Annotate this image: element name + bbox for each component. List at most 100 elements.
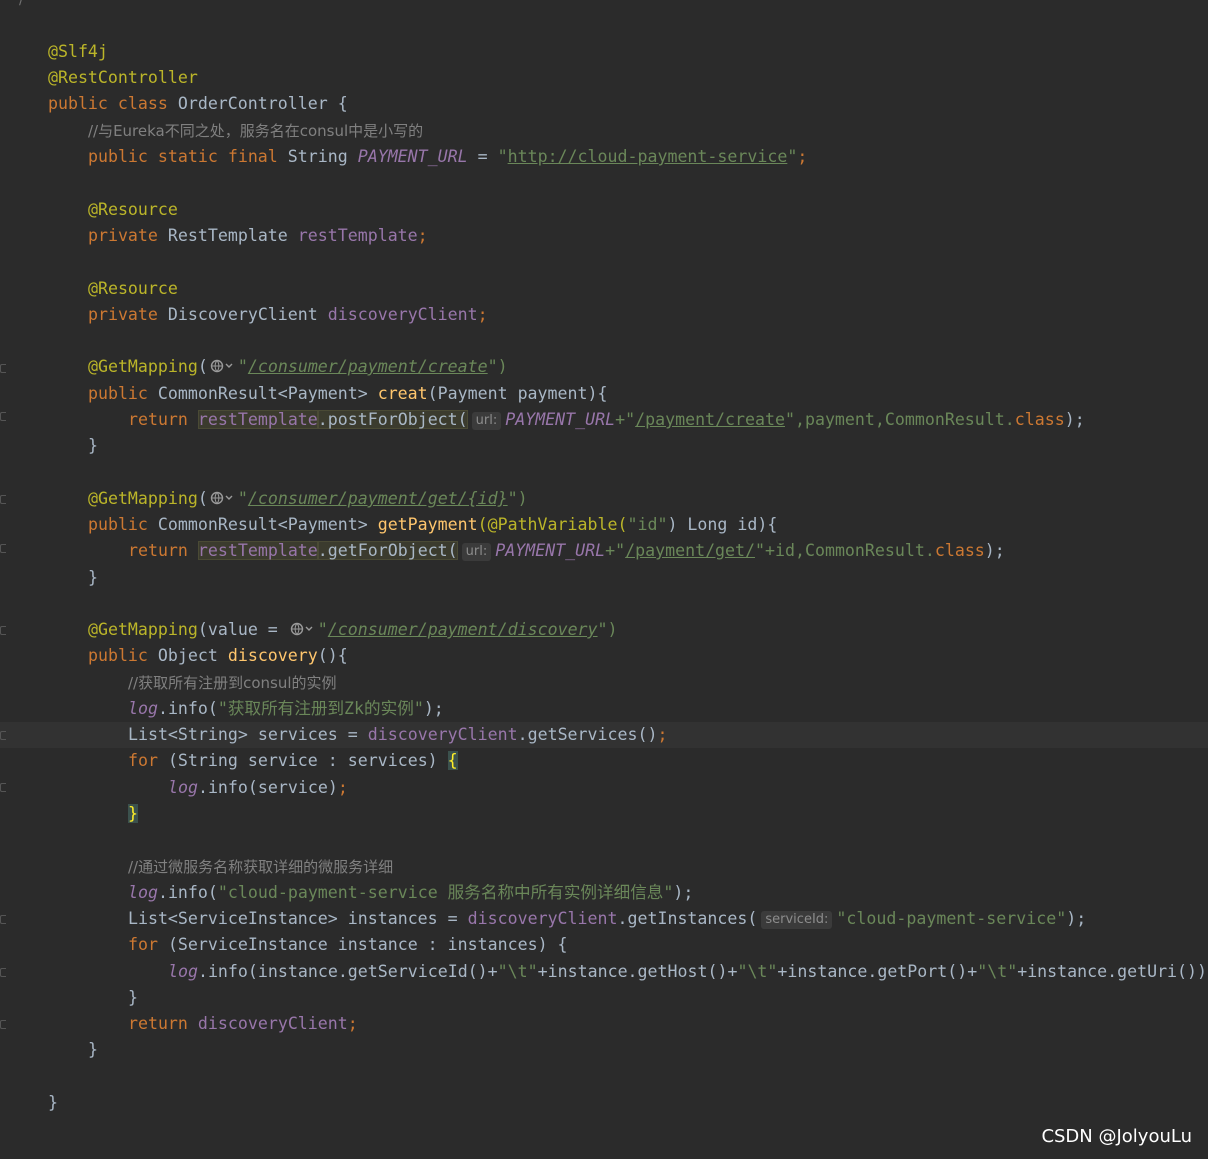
semicolon: ; <box>347 1014 358 1033</box>
code-line[interactable]: @GetMapping(value = "/consumer/payment/d… <box>48 591 618 639</box>
matched-brace: } <box>127 804 138 823</box>
log-field: log <box>167 962 198 981</box>
param-hint: url: <box>471 412 502 430</box>
method-call: .info(instance.getServiceId()+ <box>197 962 498 981</box>
keyword: public static final <box>87 147 288 166</box>
fold-icon[interactable] <box>0 783 6 792</box>
method-call: .getForObject( <box>317 541 458 560</box>
constant-name: PAYMENT_URL <box>357 147 468 166</box>
field-name: discoveryClient <box>327 305 478 324</box>
code-line[interactable]: } <box>88 959 138 1007</box>
fold-icon[interactable] <box>0 968 6 977</box>
close-brace: } <box>87 436 98 455</box>
code-line[interactable]: } <box>48 539 98 587</box>
code-editor[interactable]: */ @Slf4j @RestController public class O… <box>0 0 1208 1159</box>
param-hint: serviceId: <box>761 911 833 929</box>
string-literal: "cloud-payment-service" <box>836 909 1067 928</box>
code-line[interactable]: List<String> services = discoveryClient.… <box>88 696 668 744</box>
code-line[interactable]: } <box>88 775 138 823</box>
close-stmt: ); <box>1066 909 1087 928</box>
code-line[interactable]: } <box>8 1064 58 1112</box>
field-name: restTemplate <box>297 226 418 245</box>
method-call: +instance.getPort()+ <box>777 962 978 981</box>
code-line[interactable]: log.info(instance.getServiceId()+"\t"+in… <box>128 933 1208 981</box>
constant-name: PAYMENT_URL <box>505 410 616 429</box>
code-line[interactable]: return discoveryClient; <box>88 985 358 1033</box>
quote-paren: ") <box>597 620 618 639</box>
escape-string: "\t" <box>737 962 778 981</box>
args: ",payment,CommonResult. <box>784 410 1015 429</box>
keyword: private <box>87 226 168 245</box>
code-line[interactable]: log.info("cloud-payment-service 服务名称中所有实… <box>88 854 693 902</box>
keyword: private <box>87 305 168 324</box>
code-line[interactable]: log.info("获取所有注册到Zk的实例"); <box>88 670 444 718</box>
plus-quote: +" <box>605 541 626 560</box>
quote: " <box>497 147 508 166</box>
url-link[interactable]: /payment/get/ <box>625 541 755 560</box>
code-line[interactable]: public class OrderController { <box>8 65 348 113</box>
operator: = <box>467 147 498 166</box>
args: "+id,CommonResult. <box>755 541 935 560</box>
method-call: +instance.getHost()+ <box>537 962 738 981</box>
fold-icon[interactable] <box>0 731 6 740</box>
code-line[interactable]: log.info(service); <box>128 749 348 797</box>
keyword: return <box>127 1014 198 1033</box>
code-line[interactable]: private DiscoveryClient discoveryClient; <box>48 276 488 324</box>
fold-icon[interactable] <box>0 915 6 924</box>
fold-icon[interactable] <box>0 1020 6 1029</box>
url-link[interactable]: http://cloud-payment-service <box>508 147 788 166</box>
method-call: .postForObject( <box>317 410 468 429</box>
close-brace: } <box>87 1040 98 1059</box>
type: DiscoveryClient <box>167 305 328 324</box>
code-line[interactable]: } <box>48 1011 98 1059</box>
code-line[interactable]: //与Eureka不同之处，服务名在consul中是小写的 <box>48 92 423 140</box>
fold-icon[interactable] <box>0 544 6 553</box>
code-line[interactable]: @RestController <box>8 39 198 87</box>
code-line-current[interactable]: for (String service : services) { <box>88 722 458 770</box>
code-line[interactable]: private RestTemplate restTemplate; <box>48 197 428 245</box>
code-line[interactable]: @Slf4j <box>8 13 108 61</box>
keyword: return <box>127 541 198 560</box>
code-line[interactable]: public static final String PAYMENT_URL =… <box>48 118 807 166</box>
field-name: restTemplate <box>197 541 318 560</box>
field-name: discoveryClient <box>197 1014 348 1033</box>
code-line[interactable]: public CommonResult<Payment> creat(Payme… <box>48 355 608 403</box>
fold-icon[interactable] <box>0 626 6 635</box>
watermark: CSDN @JolyouLu <box>1041 1126 1192 1147</box>
close-stmt: ); <box>984 541 1005 560</box>
semicolon: ; <box>477 305 488 324</box>
url-link[interactable]: /payment/create <box>635 410 785 429</box>
code-line[interactable]: return restTemplate.postForObject(url: PA… <box>88 381 1085 430</box>
log-field: log <box>167 778 198 797</box>
method-call: .getInstances( <box>617 909 758 928</box>
close-stmt: ); <box>1064 410 1085 429</box>
field-name: restTemplate <box>197 410 318 429</box>
param-hint: url: <box>461 543 492 561</box>
code-line[interactable]: for (ServiceInstance instance : instance… <box>88 906 568 954</box>
escape-string: "\t" <box>977 962 1018 981</box>
code-line[interactable]: public Object discovery(){ <box>48 617 348 665</box>
code-line[interactable]: return restTemplate.getForObject(url: PAY… <box>88 512 1005 561</box>
fold-icon[interactable] <box>0 412 6 421</box>
code-line[interactable]: @Resource <box>48 250 178 298</box>
code-line[interactable]: List<ServiceInstance> instances = discov… <box>88 880 1086 929</box>
code-line[interactable]: @GetMapping("/consumer/payment/get/{id}"… <box>48 460 528 508</box>
code-line[interactable]: } <box>48 407 98 455</box>
code-line[interactable]: public CommonResult<Payment> getPayment(… <box>48 486 777 534</box>
fold-icon[interactable] <box>0 364 6 373</box>
matched-brace: { <box>447 751 458 770</box>
semicolon: ; <box>417 226 428 245</box>
code-line[interactable]: //获取所有注册到consul的实例 <box>88 644 337 692</box>
url-link[interactable]: /consumer/payment/discovery <box>328 620 598 639</box>
close-brace: } <box>47 1093 58 1112</box>
code-line[interactable]: @GetMapping("/consumer/payment/create") <box>48 328 508 376</box>
type: RestTemplate <box>167 226 298 245</box>
close-brace: } <box>87 568 98 587</box>
method-call: .getServices() <box>517 725 658 744</box>
code-line[interactable]: //通过微服务名称获取详细的微服务详细 <box>88 828 393 876</box>
code-line[interactable]: @Resource <box>48 171 178 219</box>
method-call: .info(service) <box>197 778 338 797</box>
semicolon: ; <box>797 147 808 166</box>
comment-close: */ <box>12 0 24 8</box>
fold-icon[interactable] <box>0 495 6 504</box>
